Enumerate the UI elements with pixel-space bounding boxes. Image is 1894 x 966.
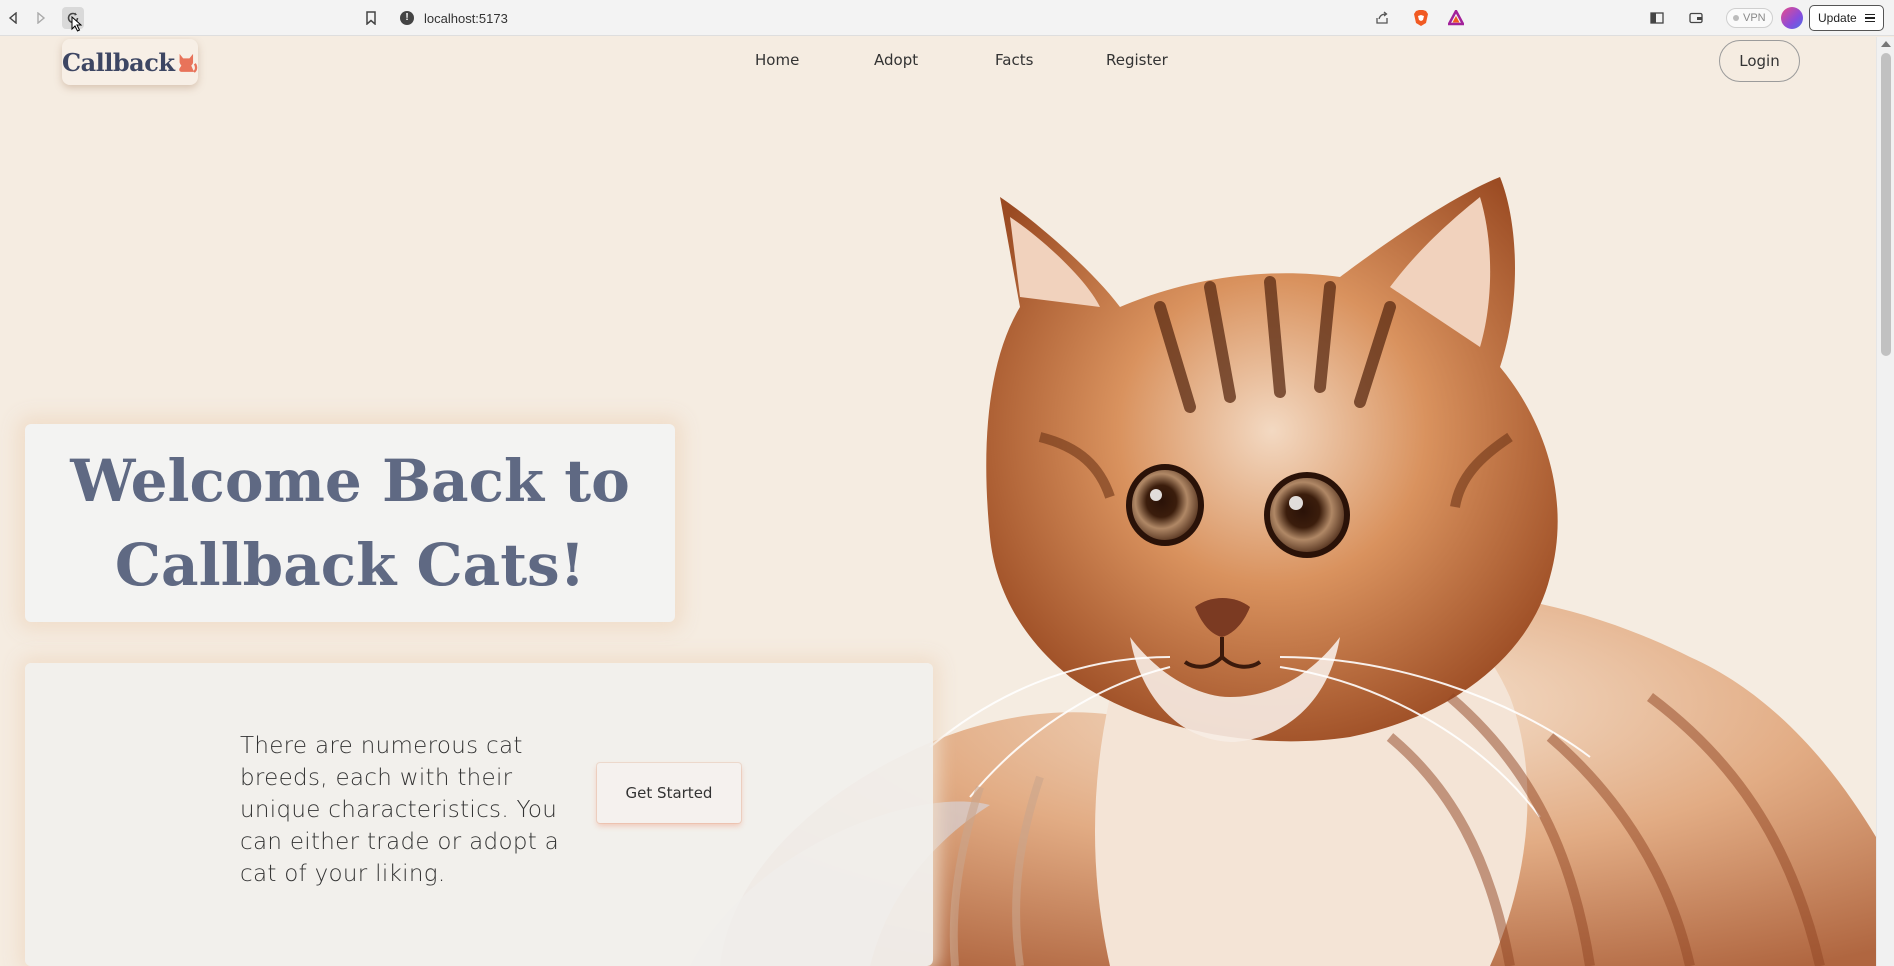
browser-toolbar: ! localhost:5173 VPN Update bbox=[0, 0, 1894, 36]
vpn-status-dot bbox=[1733, 15, 1739, 21]
share-icon[interactable] bbox=[1371, 7, 1393, 29]
rewards-icon[interactable] bbox=[1445, 7, 1467, 29]
url-text[interactable]: localhost:5173 bbox=[424, 11, 508, 26]
reload-icon[interactable] bbox=[62, 7, 84, 32]
get-started-button[interactable]: Get Started bbox=[597, 763, 741, 823]
login-button[interactable]: Login bbox=[1719, 40, 1800, 82]
scroll-up-arrow-icon[interactable] bbox=[1881, 41, 1891, 47]
hero-title-line1: Welcome Back to bbox=[70, 447, 630, 515]
main-nav: Home Adopt Facts Register bbox=[0, 51, 1876, 75]
hero-title-line2: Callback Cats! bbox=[114, 531, 586, 599]
nav-link-facts[interactable]: Facts bbox=[995, 51, 1033, 69]
nav-link-adopt[interactable]: Adopt bbox=[874, 51, 918, 69]
brave-shield-icon[interactable] bbox=[1410, 7, 1432, 29]
update-button[interactable]: Update bbox=[1809, 5, 1884, 31]
bookmark-icon[interactable] bbox=[360, 7, 382, 29]
nav-link-home[interactable]: Home bbox=[755, 51, 799, 69]
address-bar[interactable]: ! localhost:5173 bbox=[400, 6, 508, 30]
update-label: Update bbox=[1818, 11, 1857, 25]
forward-icon[interactable] bbox=[30, 7, 52, 29]
back-icon[interactable] bbox=[2, 7, 24, 29]
scrollbar-thumb[interactable] bbox=[1881, 53, 1891, 356]
menu-icon bbox=[1864, 13, 1875, 23]
info-icon[interactable]: ! bbox=[400, 11, 414, 25]
info-description: There are numerous cat breeds, each with… bbox=[240, 733, 560, 887]
info-card: There are numerous cat breeds, each with… bbox=[25, 663, 933, 966]
vpn-label: VPN bbox=[1743, 12, 1766, 24]
wallet-icon[interactable] bbox=[1685, 7, 1707, 29]
hero-card: Welcome Back to Callback Cats! bbox=[25, 424, 675, 622]
vpn-button[interactable]: VPN bbox=[1726, 8, 1773, 28]
sidebar-icon[interactable] bbox=[1646, 7, 1668, 29]
profile-avatar[interactable] bbox=[1781, 7, 1803, 29]
page-scrollbar[interactable] bbox=[1876, 37, 1894, 966]
nav-link-register[interactable]: Register bbox=[1106, 51, 1168, 69]
page-viewport: Callback Home Adopt Facts Register Login… bbox=[0, 37, 1876, 966]
